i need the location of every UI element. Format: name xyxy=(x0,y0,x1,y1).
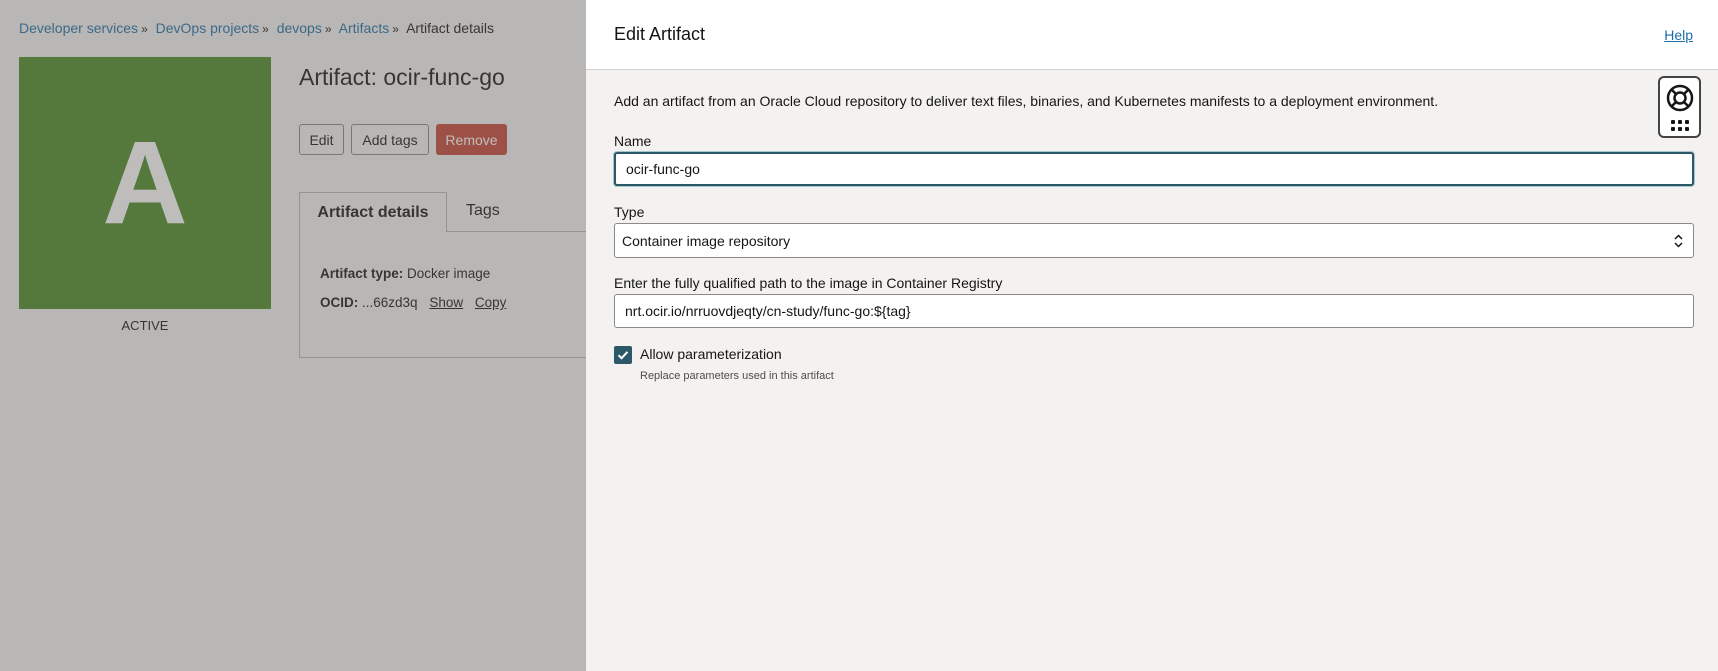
image-path-label: Enter the fully qualified path to the im… xyxy=(614,275,1003,291)
name-input-value: ocir-func-go xyxy=(626,161,700,177)
help-widget-button[interactable] xyxy=(1658,76,1701,138)
drawer-title: Edit Artifact xyxy=(614,24,706,44)
type-label: Type xyxy=(614,204,645,220)
grid-dots-icon xyxy=(1670,120,1689,131)
image-path-value: nrt.ocir.io/nrruovdjeqty/cn-study/func-g… xyxy=(625,303,911,319)
type-select-value: Container image repository xyxy=(622,232,791,249)
name-input[interactable]: ocir-func-go xyxy=(614,152,1694,186)
allow-parameterization-label[interactable]: Allow parameterization xyxy=(640,346,782,362)
drawer-header: Edit Artifact Help xyxy=(586,0,1718,70)
chevron-updown-icon xyxy=(1674,233,1683,248)
checkmark-icon xyxy=(617,351,629,360)
edit-artifact-drawer: Edit Artifact Help Add an artifact from … xyxy=(586,0,1718,671)
drawer-intro-text: Add an artifact from an Oracle Cloud rep… xyxy=(614,93,1439,109)
lifebuoy-icon xyxy=(1665,83,1695,116)
image-path-input[interactable]: nrt.ocir.io/nrruovdjeqty/cn-study/func-g… xyxy=(614,294,1694,328)
help-link[interactable]: Help xyxy=(1664,27,1693,43)
allow-parameterization-help: Replace parameters used in this artifact xyxy=(640,370,834,382)
allow-parameterization-checkbox[interactable] xyxy=(614,346,632,364)
name-label: Name xyxy=(614,133,652,149)
modal-overlay[interactable] xyxy=(0,0,586,671)
type-select[interactable]: Container image repository xyxy=(614,223,1694,258)
